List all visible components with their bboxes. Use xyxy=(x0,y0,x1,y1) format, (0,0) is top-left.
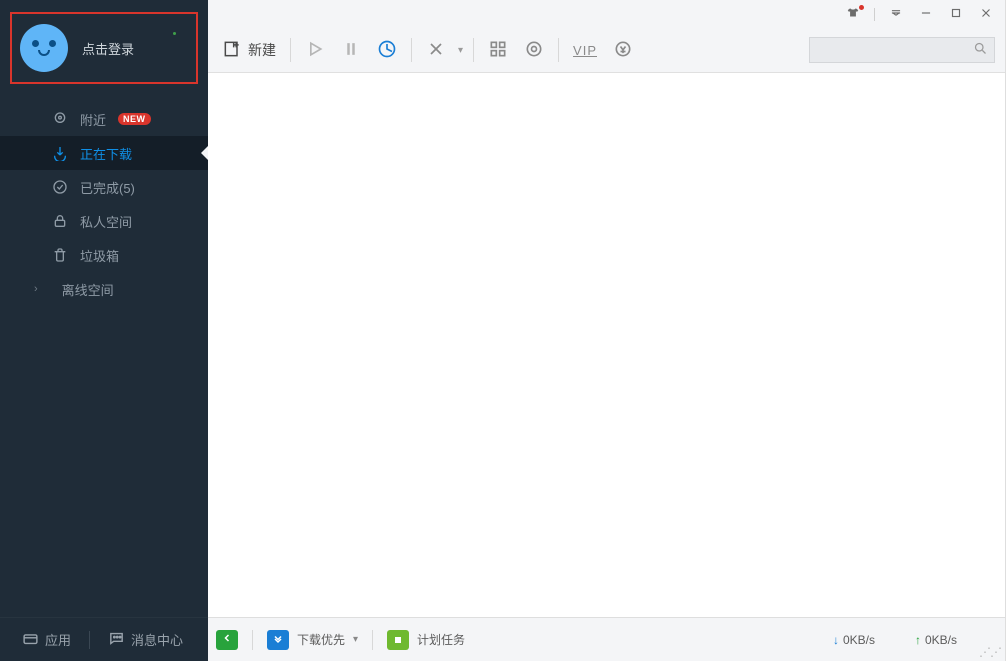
minimize-button[interactable] xyxy=(917,5,935,23)
shield-badge[interactable] xyxy=(216,630,238,650)
down-speed-value: 0KB/s xyxy=(843,633,875,647)
location-icon xyxy=(52,111,68,127)
separator xyxy=(290,38,291,62)
notify-dot-icon xyxy=(859,5,864,10)
apps-label: 应用 xyxy=(45,630,71,649)
apps-button[interactable]: 应用 xyxy=(22,630,71,650)
nav-label: 正在下载 xyxy=(80,144,132,163)
new-task-button[interactable]: 新建 xyxy=(218,36,280,64)
vip-button[interactable]: VIP xyxy=(569,36,601,64)
menu-icon xyxy=(889,6,903,23)
close-icon xyxy=(979,6,993,23)
delete-button[interactable] xyxy=(422,36,450,64)
new-icon xyxy=(222,39,242,62)
search-input[interactable] xyxy=(818,43,973,57)
chevron-left-icon xyxy=(221,632,233,647)
separator xyxy=(558,38,559,62)
maximize-button[interactable] xyxy=(947,5,965,23)
nav-trash[interactable]: 垃圾箱 xyxy=(0,238,208,272)
schedule-icon xyxy=(387,630,409,650)
nav-label: 附近 xyxy=(80,110,106,129)
toolbar: 新建 ▾ V xyxy=(208,28,1005,73)
download-priority-button[interactable]: 下载优先 ▾ xyxy=(267,630,358,650)
chevron-right-icon: › xyxy=(34,283,38,295)
sidebar-footer: 应用 消息中心 xyxy=(0,617,208,661)
chevron-down-icon[interactable]: ▾ xyxy=(458,45,463,56)
nav-label: 垃圾箱 xyxy=(80,246,119,265)
speed-button[interactable] xyxy=(373,36,401,64)
nav-nearby[interactable]: 附近 NEW xyxy=(0,102,208,136)
gear-button[interactable] xyxy=(520,36,548,64)
new-label: 新建 xyxy=(248,40,276,60)
nav-downloading[interactable]: 正在下载 xyxy=(0,136,208,170)
qr-icon xyxy=(488,39,508,62)
nav: 附近 NEW 正在下载 已完成(5) 私人空间 xyxy=(0,102,208,617)
pause-icon xyxy=(341,39,361,62)
titlebar xyxy=(208,0,1005,28)
arrow-down-icon: ↓ xyxy=(833,633,839,647)
apps-icon xyxy=(22,630,39,650)
upload-speed: ↑ 0KB/s xyxy=(915,633,957,647)
nav-private[interactable]: 私人空间 xyxy=(0,204,208,238)
login-label: 点击登录 xyxy=(82,39,134,58)
search-icon[interactable] xyxy=(973,41,988,59)
separator xyxy=(874,8,875,21)
scheduled-tasks-button[interactable]: 计划任务 xyxy=(387,630,465,650)
download-speed: ↓ 0KB/s xyxy=(833,633,875,647)
coin-button[interactable] xyxy=(609,36,637,64)
lock-icon xyxy=(52,213,68,229)
priority-icon xyxy=(267,630,289,650)
resize-grip[interactable]: ⋰⋰ xyxy=(979,649,1001,656)
chevron-down-icon: ▾ xyxy=(353,634,358,645)
new-badge: NEW xyxy=(118,113,151,125)
login-area[interactable]: 点击登录 xyxy=(10,12,198,84)
close-button[interactable] xyxy=(977,5,995,23)
shirt-icon xyxy=(846,6,860,23)
skin-button[interactable] xyxy=(844,5,862,23)
minimize-icon xyxy=(919,6,933,23)
x-icon xyxy=(426,39,446,62)
messages-button[interactable]: 消息中心 xyxy=(108,630,183,650)
trash-icon xyxy=(52,247,68,263)
scheduled-label: 计划任务 xyxy=(417,631,465,648)
pause-button[interactable] xyxy=(337,36,365,64)
separator xyxy=(411,38,412,62)
statusbar: 下载优先 ▾ 计划任务 ↓ 0KB/s ↑ 0KB/s xyxy=(208,617,1005,661)
maximize-icon xyxy=(949,6,963,23)
separator xyxy=(473,38,474,62)
speed-icon xyxy=(377,39,397,62)
play-icon xyxy=(305,39,325,62)
up-speed-value: 0KB/s xyxy=(925,633,957,647)
content-area xyxy=(208,73,1005,617)
nav-completed[interactable]: 已完成(5) xyxy=(0,170,208,204)
avatar xyxy=(20,24,68,72)
download-icon xyxy=(52,145,68,161)
separator xyxy=(372,630,373,650)
status-dot-icon xyxy=(173,32,176,35)
nav-label: 离线空间 xyxy=(62,280,114,299)
separator xyxy=(89,631,90,649)
priority-label: 下载优先 xyxy=(297,631,345,648)
main-panel: 新建 ▾ V xyxy=(208,0,1006,661)
separator xyxy=(252,630,253,650)
chat-icon xyxy=(108,630,125,650)
check-circle-icon xyxy=(52,179,68,195)
menu-button[interactable] xyxy=(887,5,905,23)
gear-icon xyxy=(524,39,544,62)
app-window: 点击登录 附近 NEW 正在下载 已完成(5) xyxy=(0,0,1006,661)
nav-offline[interactable]: › 离线空间 xyxy=(0,272,208,306)
search-box[interactable] xyxy=(809,37,995,63)
nav-label: 私人空间 xyxy=(80,212,132,231)
nav-label: 已完成(5) xyxy=(80,178,135,197)
coin-icon xyxy=(613,39,633,62)
vip-icon: VIP xyxy=(573,43,597,58)
arrow-up-icon: ↑ xyxy=(915,633,921,647)
sidebar: 点击登录 附近 NEW 正在下载 已完成(5) xyxy=(0,0,208,661)
qr-button[interactable] xyxy=(484,36,512,64)
messages-label: 消息中心 xyxy=(131,630,183,649)
play-button[interactable] xyxy=(301,36,329,64)
